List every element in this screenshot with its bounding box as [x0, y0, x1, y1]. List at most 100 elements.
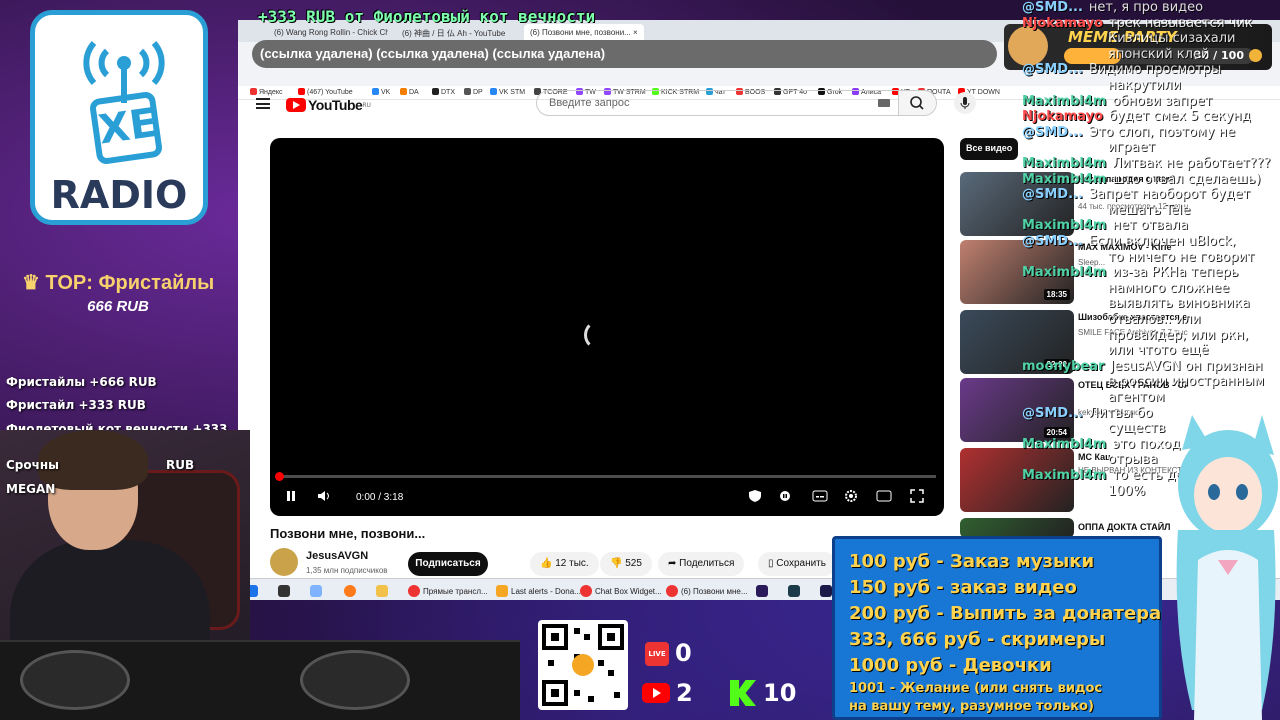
chat-text: Литвак не работает???	[1112, 156, 1271, 171]
chat-text: мешать Tele	[1108, 202, 1191, 218]
audition-icon[interactable]	[788, 583, 800, 599]
chat-message: отрыва	[1108, 452, 1158, 467]
subscribe-button[interactable]: Подписаться	[408, 552, 488, 576]
top-title: ♛ TOP: Фристайлы	[22, 272, 215, 294]
chat-message: агентом	[1108, 390, 1165, 405]
media-encoder-icon[interactable]	[820, 583, 832, 599]
weather-icon[interactable]	[310, 583, 322, 599]
folder-icon[interactable]	[376, 583, 388, 599]
share-button[interactable]: ➦ Поделиться	[658, 552, 745, 576]
chat-username: @SMD...	[1022, 234, 1083, 249]
chat-username: Maximbl4m	[1022, 436, 1107, 452]
price-list-panel: 100 руб - Заказ музыки 150 руб - заказ в…	[832, 536, 1162, 720]
chat-message: мешать Tele	[1108, 203, 1190, 218]
bookmark[interactable]: DA	[400, 88, 419, 96]
chat-username: Maximbl4m	[1022, 171, 1107, 187]
share-icon: ➦	[668, 558, 680, 569]
chat-text: Запрет наоборот будет	[1088, 187, 1251, 203]
anime-avatar	[1162, 410, 1280, 720]
autoplay-icon[interactable]	[778, 489, 792, 506]
settings-gear-icon[interactable]	[844, 489, 858, 506]
chat-message: 100%	[1108, 484, 1145, 499]
chat-username: Maximbl4m	[1022, 468, 1107, 483]
price-line: 150 руб - заказ видео	[849, 577, 1077, 598]
bookmark[interactable]: DP	[464, 88, 483, 96]
chat-message: Maximbl4m из-за РКНа теперь	[1022, 265, 1238, 280]
youtube-logo[interactable]: YouTube RU	[286, 97, 371, 113]
chat-text: JesusAVGN он признан	[1110, 358, 1263, 374]
taskbar-chrome-item[interactable]: Прямые трансл...	[408, 583, 488, 599]
channel-name[interactable]: JesusAVGN	[306, 550, 368, 562]
bookmark[interactable]: VK	[372, 88, 390, 96]
search-icon	[910, 96, 924, 110]
shield-icon[interactable]	[748, 489, 762, 506]
keyboard-icon[interactable]	[878, 99, 890, 107]
chat-message: Maximbl4m обнови запрет	[1022, 94, 1212, 109]
chat-text: существ	[1108, 421, 1166, 437]
donation-line: RUB	[166, 458, 195, 472]
logo-xe-mark: XE	[88, 90, 164, 166]
thumbs-down-icon: 👎	[610, 558, 626, 569]
premiere-icon[interactable]	[756, 583, 768, 599]
save-button[interactable]: ▯ Сохранить	[758, 552, 836, 576]
dislike-button[interactable]: 👎 525	[600, 552, 652, 576]
logo-radio-text: RADIO	[50, 173, 188, 217]
chat-message: @SMD... нет, я про видео	[1022, 0, 1203, 15]
bookmark[interactable]: (467) YouTube	[298, 88, 353, 96]
youtube-viewer-count: 2	[676, 679, 693, 707]
taskbar-app-icon[interactable]	[278, 583, 290, 599]
bookmark[interactable]: Яндекс	[250, 88, 283, 96]
chat-message: отвалов.. или	[1108, 312, 1201, 327]
chat-message: Кизлицы сизахали	[1108, 31, 1236, 46]
bookmark[interactable]: VK STM	[490, 88, 525, 96]
progress-bar[interactable]	[275, 472, 936, 481]
subtitles-icon[interactable]	[812, 489, 828, 506]
video-player[interactable]: 0:00 / 3:18	[270, 138, 944, 516]
price-line: 1000 руб - Девочки	[849, 655, 1052, 676]
volume-icon[interactable]	[316, 489, 332, 506]
pause-icon[interactable]	[284, 489, 298, 506]
chat-username: moonybear	[1022, 358, 1105, 374]
chat-text: играет	[1108, 140, 1156, 156]
qr-code	[538, 620, 628, 710]
chip-all-videos[interactable]: Все видео	[960, 138, 1019, 160]
chat-text: Видимо просмотры	[1088, 62, 1222, 78]
taskbar-chat-item[interactable]: Chat Box Widget...	[580, 583, 662, 599]
theater-mode-icon[interactable]	[876, 489, 892, 506]
chat-message: японский клей	[1108, 47, 1209, 62]
recommendation-thumbnail[interactable]	[960, 518, 1074, 538]
chat-text: в россии иностранным	[1108, 374, 1265, 390]
chat-message: выявлять виновника	[1108, 296, 1250, 311]
chat-message: играет	[1108, 140, 1155, 155]
progress-scrubber[interactable]	[275, 472, 284, 481]
chat-username: Maximbl4m	[1022, 218, 1107, 234]
chat-message: существ	[1108, 421, 1165, 436]
chat-message: Maximbl4m што отвал сделаешь)	[1022, 172, 1261, 187]
address-bar[interactable]: (ссылка удалена) (ссылка удалена) (ссылк…	[252, 40, 997, 68]
chat-message: провайдер, или ркн,	[1108, 328, 1248, 343]
like-button[interactable]: 👍 12 тыс.	[530, 552, 599, 576]
chat-message: накрутили	[1108, 78, 1181, 93]
firefox-icon[interactable]	[344, 583, 356, 599]
price-line: 100 руб - Заказ музыки	[849, 551, 1095, 572]
chat-text: 100%	[1108, 483, 1146, 499]
taskbar-video-item[interactable]: (6) Позвони мне...	[666, 583, 748, 599]
coin-icon	[1249, 49, 1262, 62]
search-button[interactable]	[899, 90, 937, 116]
chat-message: @SMD... Если включен uBlock,	[1022, 234, 1236, 249]
channel-avatar[interactable]	[270, 548, 298, 576]
chat-username: Maximbl4m	[1022, 265, 1107, 281]
chat-message: @SMD... Это слоп, поэтому не	[1022, 125, 1235, 140]
taskbar-alerts-item[interactable]: Last alerts - Dona...	[496, 583, 581, 599]
chat-username: @SMD...	[1022, 124, 1083, 140]
chat-username: @SMD...	[1022, 187, 1083, 203]
chat-text: трек называется чик	[1109, 15, 1253, 31]
chat-message: @SMD... Литвы бо	[1022, 406, 1153, 421]
menu-icon[interactable]	[256, 98, 270, 109]
chat-text: Если включен uBlock,	[1088, 234, 1236, 249]
bookmark[interactable]: DTX	[432, 88, 455, 96]
search-input[interactable]: Введите запрос	[536, 90, 899, 116]
mic-icon[interactable]	[954, 92, 976, 114]
fullscreen-icon[interactable]	[910, 489, 924, 506]
time-display: 0:00 / 3:18	[356, 492, 404, 503]
